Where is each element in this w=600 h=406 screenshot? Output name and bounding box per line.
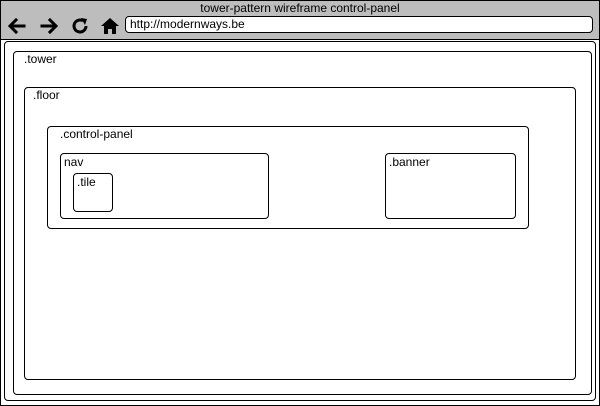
banner-region: .banner xyxy=(385,153,516,219)
tile-label: .tile xyxy=(77,175,96,189)
home-button[interactable] xyxy=(100,16,120,36)
window-title: tower-pattern wireframe control-panel xyxy=(200,1,400,15)
browser-window: tower-pattern wireframe control-panel ht… xyxy=(0,0,600,406)
tower-label: .tower xyxy=(24,52,57,66)
reload-button[interactable] xyxy=(70,16,90,36)
banner-label: .banner xyxy=(389,155,430,169)
forward-button[interactable] xyxy=(39,16,59,36)
control-panel-label: .control-panel xyxy=(60,127,133,141)
reload-icon xyxy=(72,18,88,34)
back-button[interactable] xyxy=(7,16,27,36)
arrow-left-icon xyxy=(7,17,26,35)
arrow-right-icon xyxy=(40,17,59,35)
address-bar[interactable]: http://modernways.be xyxy=(125,16,593,33)
tile-region: .tile xyxy=(73,173,113,212)
nav-label: nav xyxy=(64,155,84,169)
browser-chrome: tower-pattern wireframe control-panel ht… xyxy=(1,1,599,40)
home-icon xyxy=(101,18,119,34)
floor-label: .floor xyxy=(33,88,60,102)
